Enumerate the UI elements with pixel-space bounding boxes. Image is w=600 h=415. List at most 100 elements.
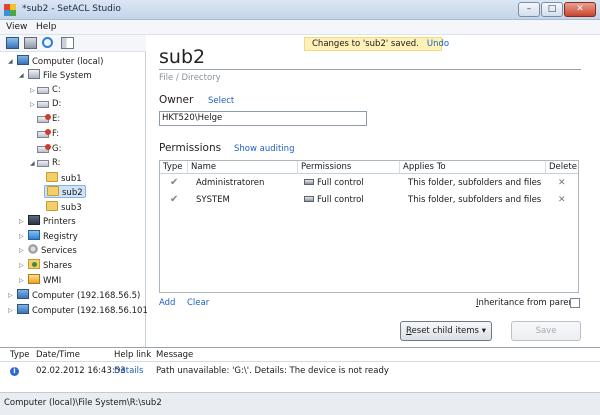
- save-button[interactable]: Save: [511, 321, 581, 341]
- tree-item-computer-local[interactable]: Computer (local): [17, 55, 103, 68]
- collapse-arrow-icon[interactable]: ◢: [19, 73, 25, 79]
- computer-icon: [17, 304, 29, 314]
- add-permission-link[interactable]: Add: [159, 298, 175, 308]
- delete-icon[interactable]: ✕: [558, 193, 566, 207]
- column-type[interactable]: Type: [160, 161, 188, 173]
- show-auditing-link[interactable]: Show auditing: [234, 144, 294, 154]
- log-row[interactable]: i 02.02.2012 16:43:53 Details Path unava…: [0, 364, 600, 378]
- log-details-link[interactable]: Details: [114, 364, 143, 378]
- expand-arrow-icon[interactable]: ▷: [19, 219, 25, 225]
- tree-item-drive-g[interactable]: G:: [37, 143, 61, 156]
- column-permissions[interactable]: Permissions: [298, 161, 400, 173]
- tree-item-shares[interactable]: Shares: [28, 259, 72, 272]
- drive-error-icon: [37, 114, 51, 123]
- table-row[interactable]: ✔ Administratoren Full control This fold…: [160, 176, 578, 190]
- tree-item-sub2[interactable]: sub2: [44, 185, 86, 198]
- tree-item-drive-f[interactable]: F:: [37, 128, 59, 141]
- expand-arrow-icon[interactable]: ▷: [19, 234, 25, 240]
- trustee-name: SYSTEM: [196, 195, 230, 205]
- undo-link[interactable]: Undo: [427, 39, 449, 49]
- expand-arrow-icon[interactable]: ▷: [30, 102, 36, 108]
- table-row[interactable]: ✔ SYSTEM Full control This folder, subfo…: [160, 193, 578, 207]
- tree-item-sub1[interactable]: sub1: [46, 172, 82, 185]
- tree-item-registry[interactable]: Registry: [28, 230, 78, 243]
- folder-icon: [46, 172, 58, 182]
- owner-field[interactable]: HKT520\Helge: [159, 111, 367, 126]
- expand-arrow-icon[interactable]: ▷: [19, 278, 25, 284]
- log-column-type[interactable]: Type: [10, 348, 30, 362]
- tree-item-computer-remote-1[interactable]: Computer (192.168.56.5): [17, 289, 140, 302]
- add-computer-icon[interactable]: [6, 37, 19, 49]
- tree-item-computer-remote-2[interactable]: Computer (192.168.56.101): [17, 304, 151, 317]
- delete-icon[interactable]: ✕: [558, 176, 566, 190]
- title-bar: *sub2 - SetACL Studio – □ ✕: [0, 0, 600, 20]
- inheritance-checkbox[interactable]: [570, 298, 580, 308]
- folder-icon: [46, 201, 58, 211]
- title-divider: [159, 69, 581, 70]
- collapse-arrow-icon[interactable]: ◢: [8, 59, 14, 65]
- status-bar: Computer (local)\File System\R:\sub2: [0, 392, 600, 415]
- tree-item-sub3[interactable]: sub3: [46, 201, 82, 214]
- drive-icon: [37, 87, 49, 94]
- clear-permissions-link[interactable]: Clear: [187, 298, 209, 308]
- applies-to: This folder, subfolders and files: [408, 195, 542, 205]
- drive-icon: [37, 101, 49, 108]
- inheritance-label: Inheritance from parent:: [476, 298, 581, 308]
- object-type: File / Directory: [159, 73, 221, 83]
- printer-icon: [28, 215, 40, 225]
- refresh-icon[interactable]: [42, 37, 53, 48]
- expand-arrow-icon[interactable]: ▷: [8, 293, 14, 299]
- column-delete[interactable]: Delete: [546, 161, 578, 173]
- check-icon: ✔: [170, 194, 179, 205]
- menu-view[interactable]: View: [6, 22, 27, 32]
- log-column-message[interactable]: Message: [156, 348, 193, 362]
- column-applies-to[interactable]: Applies To: [400, 161, 546, 173]
- tree-item-drive-e[interactable]: E:: [37, 113, 60, 126]
- drive-icon: [37, 160, 49, 167]
- menu-bar: View Help: [0, 20, 600, 35]
- log-pane: Type Date/Time Help link Message i 02.02…: [0, 347, 600, 392]
- saved-notice: Changes to 'sub2' saved. Undo: [304, 37, 449, 51]
- collapse-arrow-icon[interactable]: ◢: [30, 161, 36, 167]
- drive-error-icon: [37, 144, 51, 153]
- permissions-heading: Permissions: [159, 142, 222, 154]
- tree-item-file-system[interactable]: File System: [28, 69, 92, 82]
- tree-item-printers[interactable]: Printers: [28, 215, 76, 228]
- dropdown-arrow-icon: ▾: [481, 326, 486, 336]
- tree-item-drive-r[interactable]: R:: [37, 157, 61, 170]
- log-datetime: 02.02.2012 16:43:53: [36, 366, 126, 376]
- folder-icon: [47, 186, 59, 196]
- minimize-button[interactable]: –: [518, 2, 540, 17]
- log-header: Type Date/Time Help link Message: [0, 348, 600, 362]
- trustee-name: Administratoren: [196, 178, 265, 188]
- computer-icon: [17, 289, 29, 299]
- expand-arrow-icon[interactable]: ▷: [30, 88, 36, 94]
- reset-child-items-button[interactable]: Reset child items ▾: [400, 321, 492, 341]
- wmi-icon: [28, 274, 40, 284]
- check-icon: ✔: [170, 177, 179, 188]
- applies-to: This folder, subfolders and files: [408, 178, 542, 188]
- tree-item-services[interactable]: Services: [28, 244, 77, 257]
- log-message: Path unavailable: 'G:\'. Details: The de…: [156, 366, 389, 376]
- tree-item-drive-c[interactable]: C:: [37, 84, 61, 97]
- tree-item-wmi[interactable]: WMI: [28, 274, 61, 287]
- tree-item-drive-d[interactable]: D:: [37, 98, 61, 111]
- permission-level: Full control: [304, 193, 364, 207]
- menu-help[interactable]: Help: [36, 22, 57, 32]
- close-button[interactable]: ✕: [564, 2, 596, 17]
- remove-computer-icon[interactable]: [24, 37, 37, 49]
- log-column-help-link[interactable]: Help link: [114, 348, 151, 362]
- expand-arrow-icon[interactable]: ▷: [8, 308, 14, 314]
- layout-icon[interactable]: [61, 37, 74, 49]
- maximize-button[interactable]: □: [541, 2, 563, 17]
- status-path: Computer (local)\File System\R:\sub2: [4, 398, 162, 408]
- log-column-datetime[interactable]: Date/Time: [36, 348, 80, 362]
- owner-select-link[interactable]: Select: [208, 96, 234, 106]
- expand-arrow-icon[interactable]: ▷: [19, 248, 25, 254]
- permission-icon: [304, 196, 314, 202]
- column-name[interactable]: Name: [188, 161, 298, 173]
- expand-arrow-icon[interactable]: ▷: [19, 263, 25, 269]
- permission-level: Full control: [304, 176, 364, 190]
- drive-error-icon: [37, 129, 51, 138]
- permissions-table: Type Name Permissions Applies To Delete …: [159, 160, 579, 293]
